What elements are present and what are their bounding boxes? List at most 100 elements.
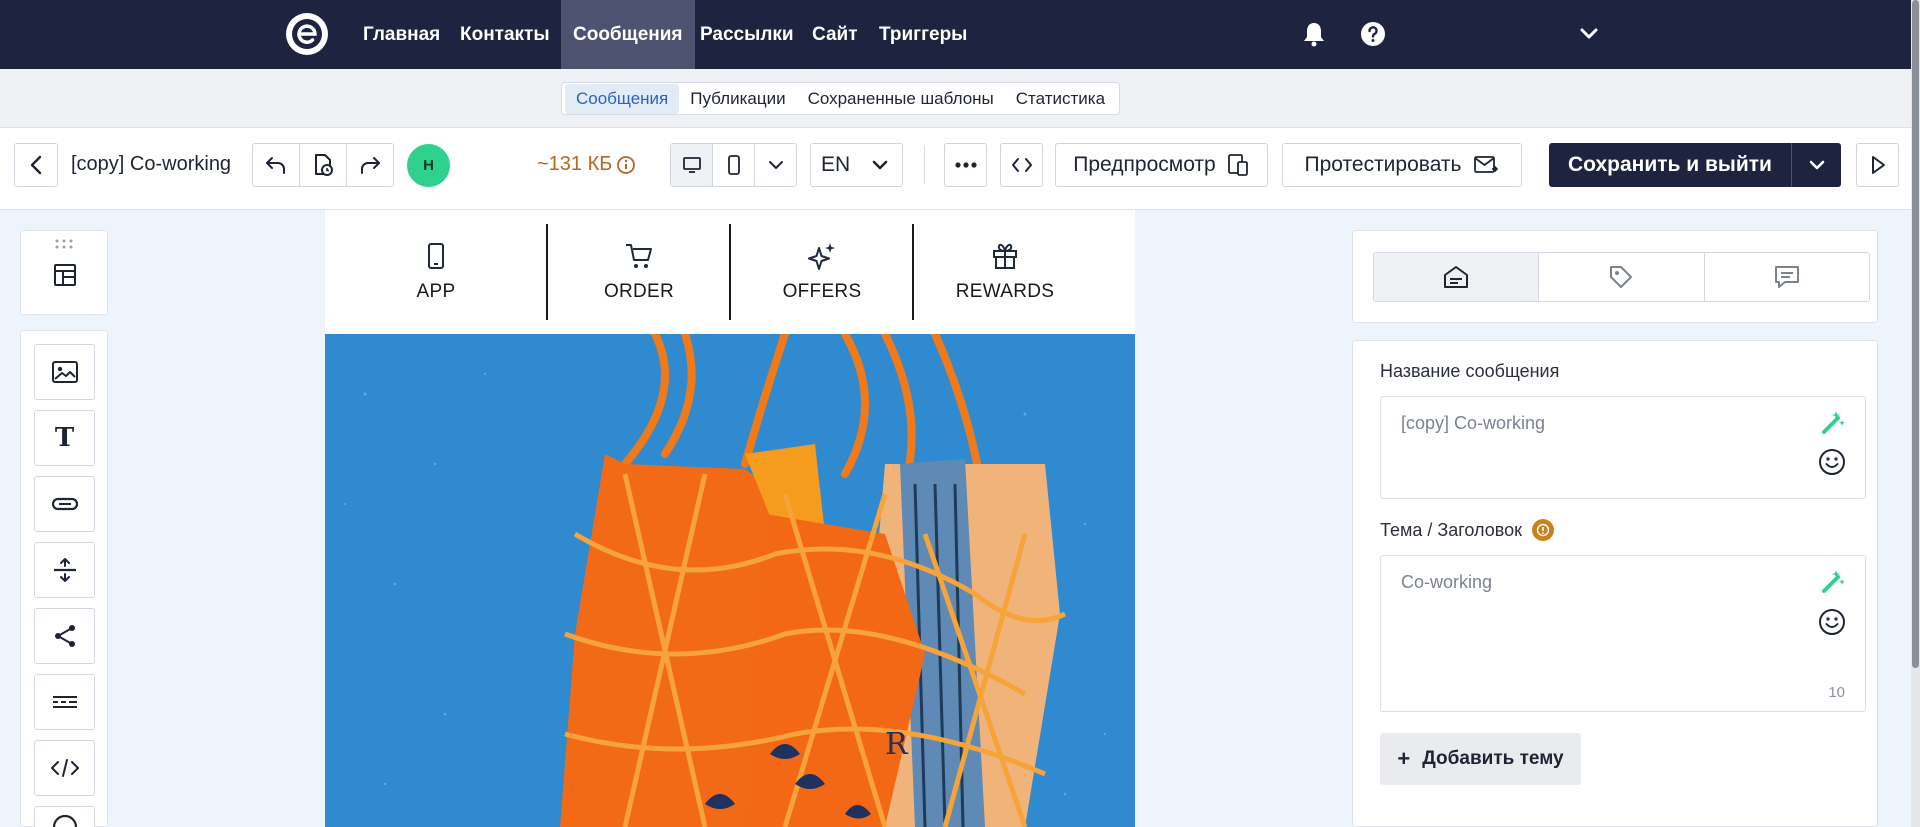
emoji-icon: [1819, 449, 1845, 475]
settings-tabs-card: [1352, 230, 1878, 323]
envelope-icon: [1444, 266, 1469, 288]
tab-message-settings[interactable]: [1374, 253, 1540, 301]
mobile-icon: [727, 155, 740, 175]
timer-icon: [52, 814, 77, 827]
back-button[interactable]: [14, 143, 58, 187]
more-horizontal-icon: [954, 162, 977, 168]
save-and-exit-group: Сохранить и выйти: [1549, 143, 1841, 187]
spacer-block-button[interactable]: [34, 542, 95, 598]
undo-button[interactable]: [253, 144, 300, 186]
nav-site[interactable]: Сайт: [800, 0, 870, 69]
subnav-publications[interactable]: Публикации: [679, 84, 796, 114]
bell-icon[interactable]: [1298, 18, 1330, 50]
emoji-button[interactable]: [1817, 447, 1847, 477]
test-label: Протестировать: [1304, 153, 1462, 176]
device-dropdown-button[interactable]: [755, 144, 796, 186]
tab-comments[interactable]: [1705, 253, 1869, 301]
mail-send-icon: [1474, 156, 1499, 173]
divider-icon: [52, 696, 77, 708]
redo-button[interactable]: [347, 144, 393, 186]
desktop-view-button[interactable]: [671, 144, 713, 186]
subject-field[interactable]: Co-working 10: [1380, 555, 1866, 712]
ai-magic-button[interactable]: [1817, 407, 1847, 437]
nav-home[interactable]: Главная: [351, 0, 452, 69]
divider-block-button[interactable]: [34, 674, 95, 730]
nav-campaigns[interactable]: Рассылки: [688, 0, 806, 69]
menu-item-offers[interactable]: OFFERS: [731, 224, 913, 320]
subject-label: Тема / Заголовок: [1380, 519, 1555, 541]
html-block-button[interactable]: [34, 740, 95, 796]
send-button[interactable]: [1856, 143, 1899, 187]
image-block-button[interactable]: [34, 344, 95, 400]
template-icon[interactable]: [51, 261, 79, 289]
cart-icon: [626, 244, 652, 268]
chevron-left-icon: [30, 155, 42, 175]
tag-icon: [1610, 266, 1633, 288]
tote-bag-illustration: R: [325, 334, 1135, 827]
test-button[interactable]: Протестировать: [1282, 143, 1522, 187]
save-and-exit-button[interactable]: Сохранить и выйти: [1549, 143, 1792, 187]
language-value: EN: [821, 153, 851, 176]
user-avatar[interactable]: Н: [407, 144, 450, 187]
email-menu-block[interactable]: APP ORDER OFFERS REWARDS: [325, 210, 1135, 334]
toolbar-divider: [924, 146, 925, 184]
desktop-icon: [682, 157, 701, 173]
account-chevron-down-icon[interactable]: [1573, 18, 1605, 50]
emoji-button[interactable]: [1817, 607, 1847, 637]
menu-item-app[interactable]: APP: [325, 224, 547, 320]
chevron-down-icon: [872, 160, 888, 170]
tab-utm-tags[interactable]: [1539, 253, 1705, 301]
nav-messages[interactable]: Сообщения: [561, 0, 695, 69]
preview-button[interactable]: Предпросмотр: [1055, 143, 1268, 187]
hero-image[interactable]: R: [325, 334, 1135, 827]
menu-label-rewards: REWARDS: [955, 281, 1055, 302]
play-icon: [1871, 156, 1885, 174]
menu-item-order[interactable]: ORDER: [548, 224, 730, 320]
nav-contacts[interactable]: Контакты: [448, 0, 562, 69]
share-icon: [54, 625, 75, 647]
chevron-down-icon: [768, 161, 783, 169]
button-icon: [51, 497, 78, 511]
social-block-button[interactable]: [34, 608, 95, 664]
subnav-messages[interactable]: Сообщения: [565, 83, 680, 114]
subnav-saved-templates[interactable]: Сохраненные шаблоны: [797, 84, 1005, 114]
brand-logo-icon[interactable]: [286, 13, 328, 55]
menu-label-offers: OFFERS: [782, 281, 862, 302]
ai-magic-button[interactable]: [1817, 566, 1847, 596]
add-subject-button[interactable]: + Добавить тему: [1380, 733, 1581, 785]
magic-wand-icon: [1822, 570, 1845, 593]
language-select[interactable]: EN: [810, 143, 903, 187]
subject-value: Co-working: [1401, 572, 1493, 592]
code-icon: [50, 759, 79, 777]
warning-icon[interactable]: [1532, 519, 1555, 541]
menu-label-order: ORDER: [603, 281, 675, 302]
redo-icon: [361, 157, 380, 174]
top-nav: Главная Контакты Сообщения Рассылки Сайт…: [0, 0, 1920, 69]
history-button[interactable]: [300, 144, 347, 186]
spacer-icon: [53, 558, 76, 582]
message-name-field[interactable]: [copy] Co-working: [1380, 396, 1866, 499]
message-size: ~131 КБ: [537, 153, 636, 176]
code-view-button[interactable]: [1000, 143, 1043, 187]
more-blocks-button[interactable]: [34, 806, 95, 827]
text-block-button[interactable]: T: [34, 410, 95, 466]
mobile-view-button[interactable]: [713, 144, 755, 186]
help-icon[interactable]: [1357, 18, 1389, 50]
menu-label-app: APP: [416, 281, 456, 302]
more-options-button[interactable]: [944, 143, 987, 187]
nav-triggers[interactable]: Триггеры: [867, 0, 979, 69]
subnav-statistics[interactable]: Статистика: [1005, 84, 1116, 114]
page-scrollbar-thumb[interactable]: [1912, 0, 1919, 668]
drag-handle-icon[interactable]: [54, 239, 74, 249]
plus-icon: +: [1397, 746, 1411, 771]
menu-item-rewards[interactable]: REWARDS: [914, 224, 1096, 320]
image-icon: [51, 361, 78, 383]
device-toggle-group: [670, 143, 797, 187]
save-options-button[interactable]: [1792, 143, 1841, 187]
history-group: [252, 143, 394, 187]
info-icon[interactable]: [616, 155, 636, 175]
preview-label: Предпросмотр: [1073, 153, 1216, 176]
text-icon: T: [54, 423, 75, 453]
document-history-icon: [315, 154, 333, 176]
button-block-button[interactable]: [34, 476, 95, 532]
